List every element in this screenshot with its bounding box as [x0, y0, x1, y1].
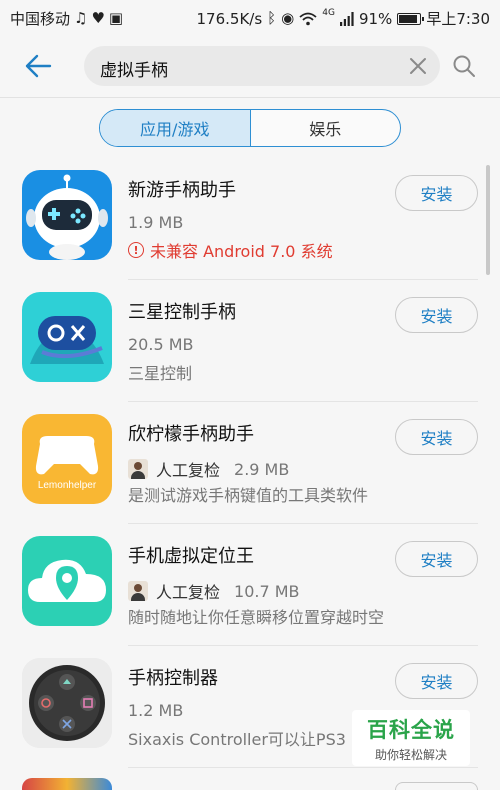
app-size: 2.9 MB: [234, 459, 290, 479]
app-size: 20.5 MB: [128, 335, 194, 354]
install-button[interactable]: 安装: [395, 175, 478, 211]
bluetooth-icon: ᛒ: [267, 9, 277, 27]
tab-apps-games[interactable]: 应用/游戏: [100, 110, 251, 146]
watermark: 百科全说 助你轻松解决: [352, 710, 470, 766]
app-icon-partial[interactable]: [22, 778, 112, 790]
search-input[interactable]: 虚拟手柄: [84, 46, 440, 86]
compatibility-warning: 未兼容 Android 7.0 系统: [150, 242, 333, 261]
app-icon-robot-gamepad[interactable]: [22, 170, 112, 260]
reviewer-avatar: [128, 581, 148, 601]
app-size: 1.2 MB: [128, 701, 184, 720]
icon-label: Lemonhelper: [38, 480, 97, 491]
eye-icon: ◉: [281, 9, 295, 27]
wifi-icon: [299, 12, 317, 25]
app-notification-icon: ▣: [108, 9, 124, 27]
app-description: Sixaxis Controller可以让PS3: [128, 730, 346, 749]
carrier-label: 中国移动: [10, 10, 71, 28]
app-icon-controller-dpad[interactable]: [22, 658, 112, 748]
install-button-partial[interactable]: [395, 782, 478, 790]
network-type: 4G: [322, 8, 335, 18]
app-icon-lemonhelper[interactable]: Lemonhelper: [22, 414, 112, 504]
search-header: 虚拟手柄: [0, 34, 500, 98]
app-name[interactable]: 手机虚拟定位王: [128, 542, 254, 568]
app-description: 是测试游戏手柄键值的工具类软件: [128, 486, 369, 505]
app-icon-location-cloud[interactable]: [22, 536, 112, 626]
app-description: 三星控制: [128, 364, 193, 383]
install-button[interactable]: 安装: [395, 419, 478, 455]
search-query[interactable]: 虚拟手柄: [100, 56, 168, 81]
status-bar: 中国移动 ♫ ♥ ▣ 176.5K/s ᛒ ◉ 4G 91% 早上7:30: [0, 0, 500, 34]
list-item[interactable]: 手机虚拟定位王 人工复检 10.7 MB 随时随地让你任意瞬移位置穿越时空 安装: [0, 524, 500, 646]
review-status: 人工复检: [156, 461, 221, 480]
category-tabs: 应用/游戏 娱乐: [99, 109, 401, 147]
reviewer-avatar: [128, 459, 148, 479]
app-size: 10.7 MB: [234, 581, 300, 601]
heart-icon: ♥: [91, 9, 105, 27]
battery-icon: [397, 12, 425, 25]
app-icon-samsung-gamepad[interactable]: [22, 292, 112, 382]
tab-entertainment[interactable]: 娱乐: [251, 110, 401, 146]
app-size: 1.9 MB: [128, 213, 184, 232]
warning-icon: !: [128, 242, 144, 258]
back-arrow-icon[interactable]: [22, 50, 54, 82]
app-name[interactable]: 新游手柄助手: [128, 176, 236, 202]
app-description: 随时随地让你任意瞬移位置穿越时空: [128, 608, 385, 627]
list-item[interactable]: 三星控制手柄 20.5 MB 三星控制 安装: [0, 280, 500, 402]
install-button[interactable]: 安装: [395, 663, 478, 699]
app-name[interactable]: 欣柠檬手柄助手: [128, 420, 254, 446]
clear-icon[interactable]: [408, 56, 428, 76]
install-button[interactable]: 安装: [395, 297, 478, 333]
install-button[interactable]: 安装: [395, 541, 478, 577]
list-item[interactable]: Lemonhelper 欣柠檬手柄助手 人工复检 2.9 MB 是测试游戏手柄键…: [0, 402, 500, 524]
watermark-subtitle: 助你轻松解决: [374, 748, 447, 762]
app-name[interactable]: 手柄控制器: [128, 664, 218, 690]
app-name[interactable]: 三星控制手柄: [128, 298, 236, 324]
search-icon[interactable]: [452, 54, 476, 78]
network-speed: 176.5K/s: [196, 9, 263, 28]
battery-percent: 91%: [358, 9, 393, 28]
signal-icon: [339, 11, 354, 26]
review-status: 人工复检: [156, 583, 221, 602]
clock: 早上7:30: [426, 10, 490, 28]
list-item-partial[interactable]: [0, 770, 500, 790]
music-icon: ♫: [74, 9, 88, 27]
watermark-title: 百科全说: [367, 718, 455, 742]
list-item[interactable]: 新游手柄助手 1.9 MB ! 未兼容 Android 7.0 系统 安装: [0, 158, 500, 280]
divider: [128, 767, 478, 768]
